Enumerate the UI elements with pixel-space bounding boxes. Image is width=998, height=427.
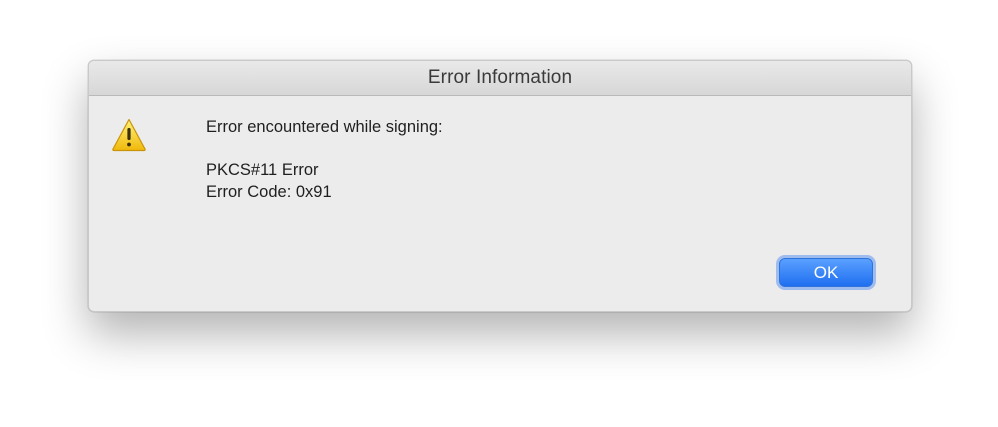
error-dialog: Error Information Error encountered whil…: [88, 60, 912, 312]
dialog-titlebar[interactable]: Error Information: [89, 61, 911, 96]
message-header: Error encountered while signing:: [206, 118, 443, 136]
dialog-title: Error Information: [427, 67, 573, 88]
warning-icon: [112, 118, 146, 152]
message-line-error: PKCS#11 Error: [206, 161, 319, 179]
message-spacer: [206, 138, 443, 159]
error-message: Error encountered while signing: PKCS#11…: [206, 116, 443, 203]
ok-button[interactable]: OK: [779, 258, 873, 287]
message-line-code: Error Code: 0x91: [206, 183, 332, 201]
